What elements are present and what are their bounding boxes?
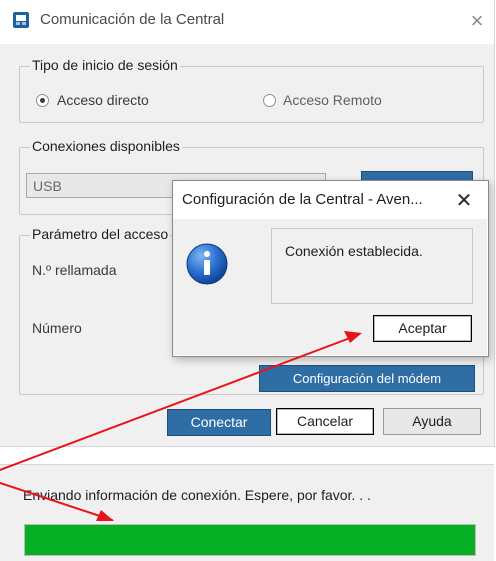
message-box-close-button[interactable]: ✕ <box>452 188 476 214</box>
status-message: Enviando información de conexión. Espere… <box>23 487 371 503</box>
radio-acceso-remoto[interactable] <box>263 94 276 107</box>
radio-acceso-remoto-label[interactable]: Acceso Remoto <box>283 92 382 108</box>
radio-acceso-directo[interactable] <box>36 94 49 107</box>
redial-label: N.º rellamada <box>32 262 117 278</box>
number-label: Número <box>32 320 82 336</box>
help-button[interactable]: Ayuda <box>383 408 481 435</box>
login-type-legend: Tipo de inicio de sesión <box>30 57 180 73</box>
app-icon <box>13 12 29 28</box>
message-box-text-frame <box>271 228 473 304</box>
message-box-title: Configuración de la Central - Aven... <box>182 191 423 208</box>
info-icon <box>186 243 228 285</box>
connect-button[interactable]: Conectar <box>167 409 271 436</box>
progress-fill <box>25 525 475 555</box>
window-title: Comunicación de la Central <box>40 11 225 28</box>
connections-legend: Conexiones disponibles <box>30 138 182 154</box>
message-box-text: Conexión establecida. <box>285 243 423 259</box>
window-close-button[interactable]: × <box>464 6 490 36</box>
parameters-legend: Parámetro del acceso <box>30 226 171 242</box>
cancel-button[interactable]: Cancelar <box>276 408 374 435</box>
radio-acceso-directo-label[interactable]: Acceso directo <box>57 92 149 108</box>
ok-button[interactable]: Aceptar <box>373 315 472 342</box>
modem-config-button[interactable]: Configuración del módem <box>259 365 475 392</box>
progress-bar <box>24 524 476 556</box>
